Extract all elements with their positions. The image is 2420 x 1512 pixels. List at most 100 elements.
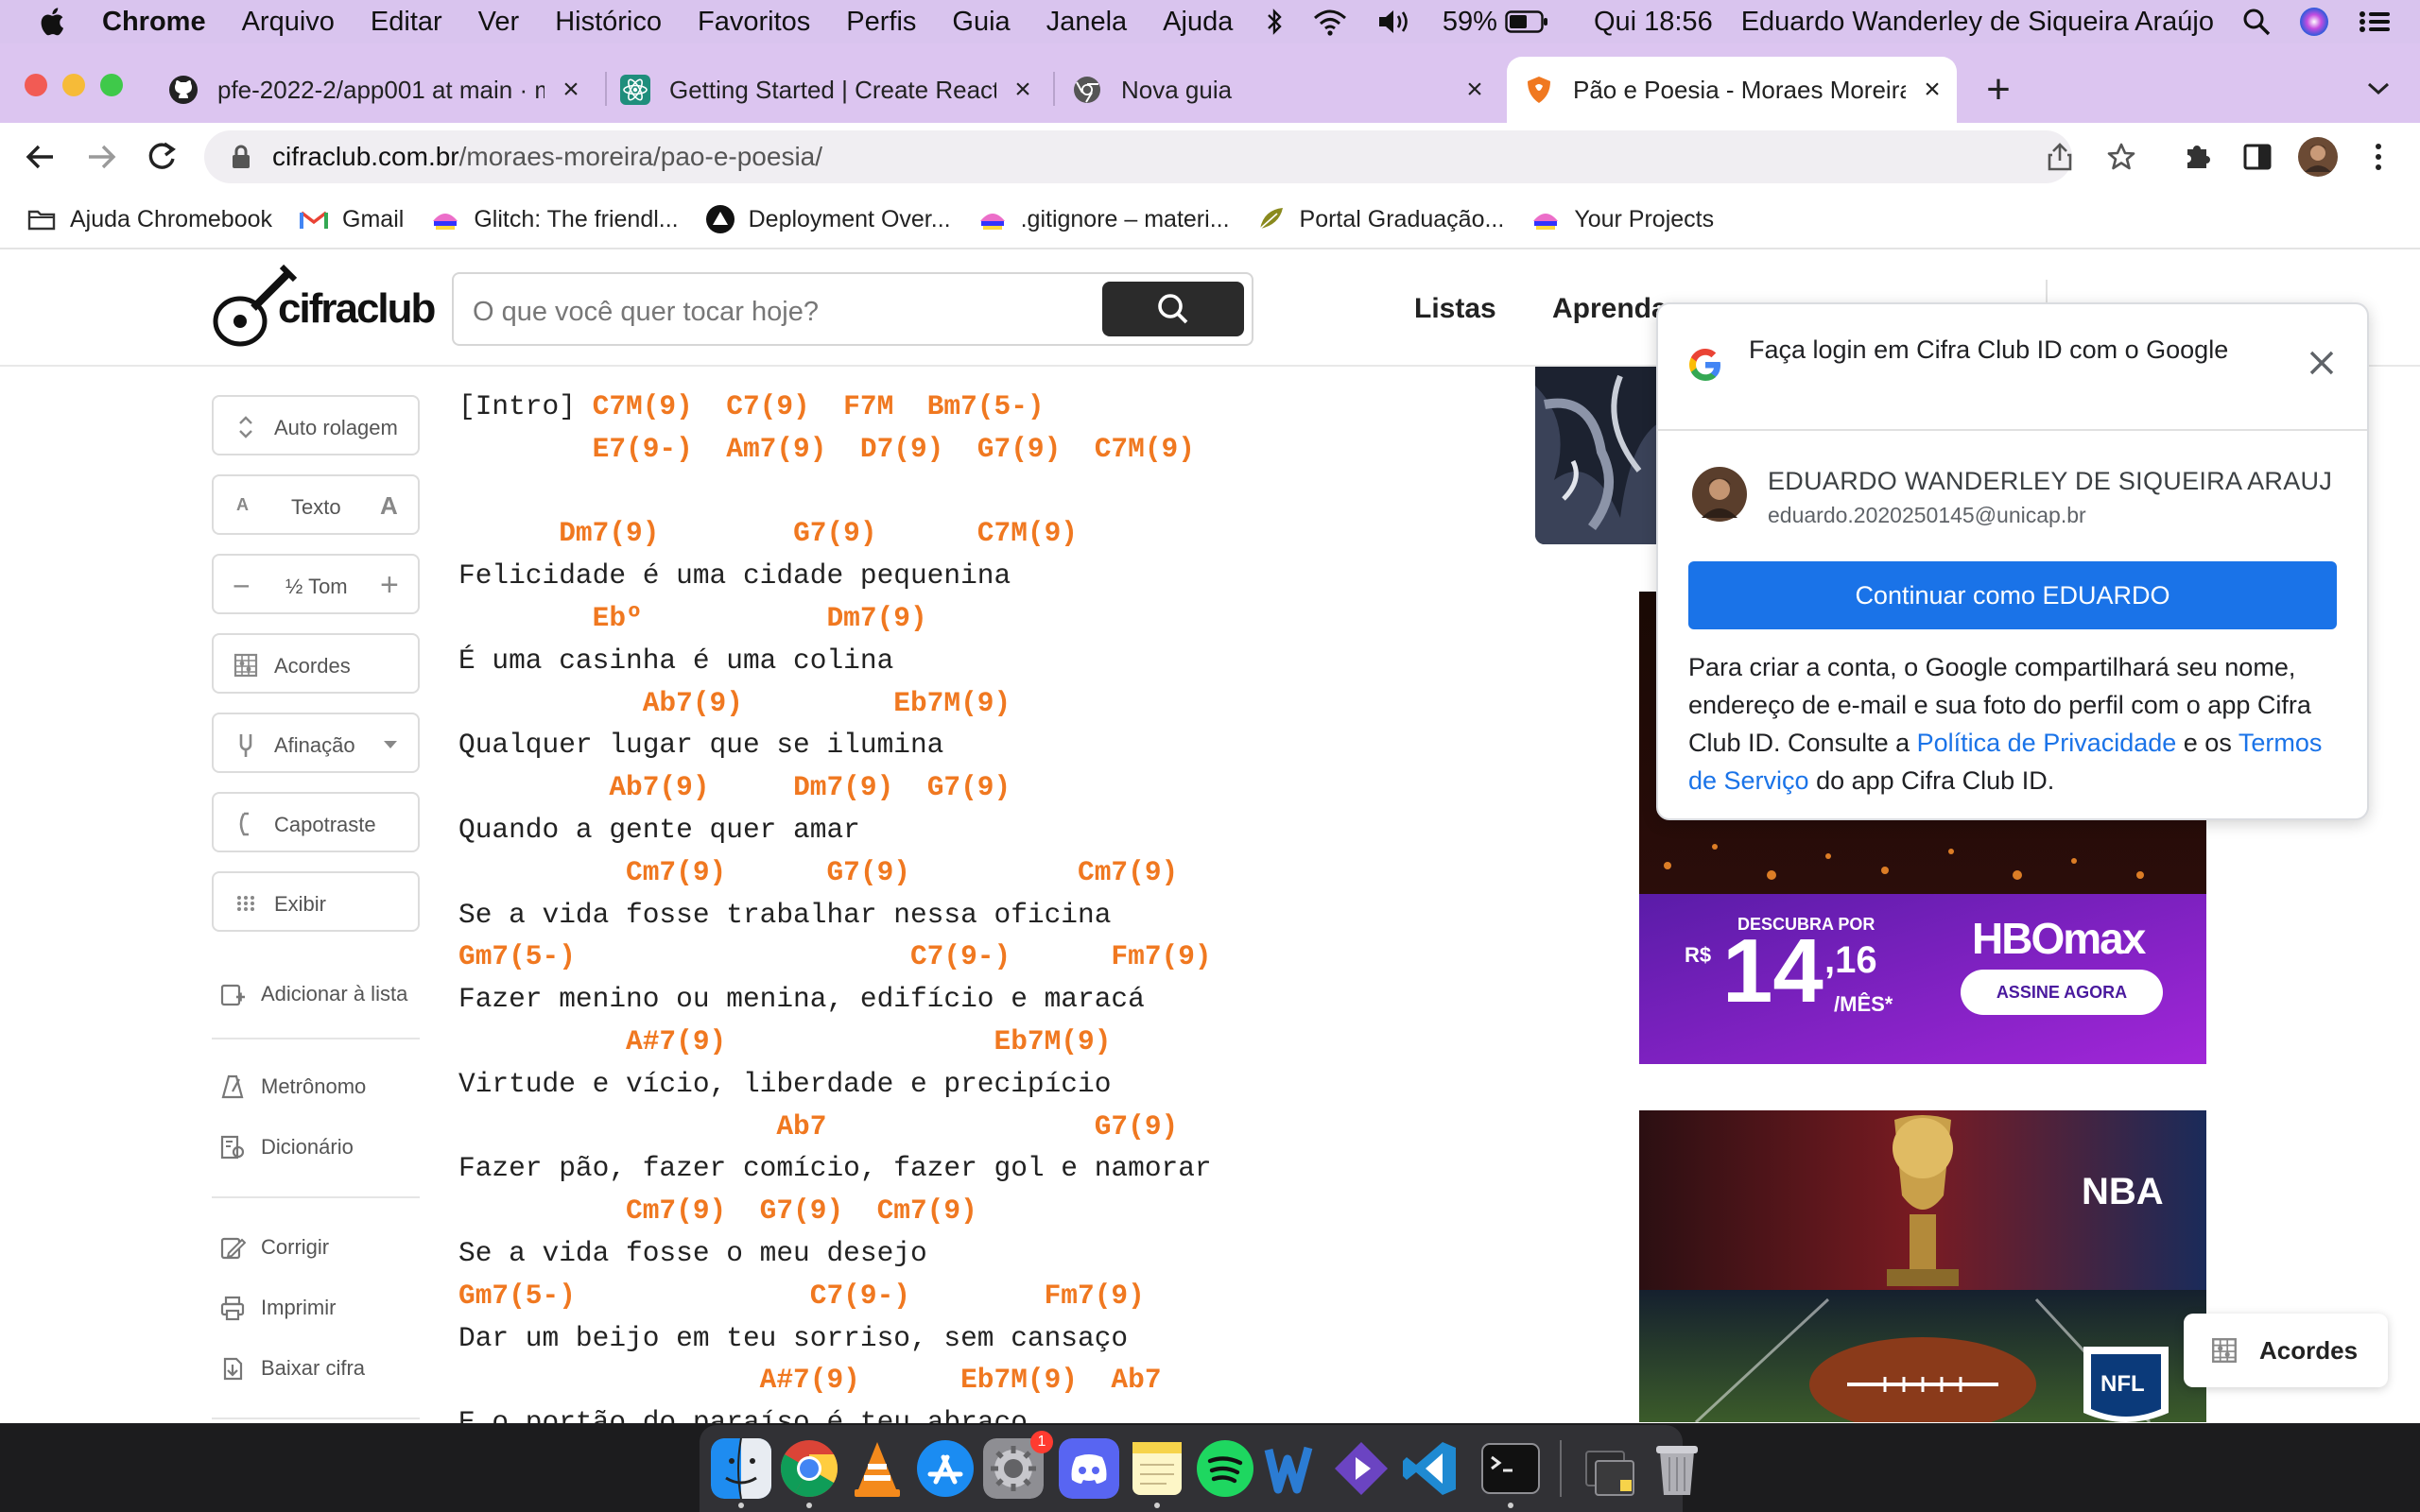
extensions-puzzle-icon[interactable]	[2182, 140, 2214, 172]
window-minimize-button[interactable]	[62, 74, 85, 96]
reload-icon[interactable]	[146, 140, 178, 172]
chord[interactable]: Gm7(5-)	[458, 940, 576, 972]
chord[interactable]: C7M(9)	[1095, 433, 1195, 465]
chord[interactable]: Eb7M(9)	[893, 687, 1011, 719]
tab-close-icon[interactable]: ×	[1919, 76, 1945, 104]
tab-search-chevron-icon[interactable]	[2365, 79, 2392, 98]
chord[interactable]: Dm7(9)	[559, 517, 659, 549]
menu-historico[interactable]: Histórico	[555, 7, 662, 38]
text-increase-icon[interactable]: A	[380, 491, 398, 521]
bookmark-gmail[interactable]: Gmail	[299, 204, 404, 234]
capo-button[interactable]: Capotraste	[212, 792, 420, 852]
chord[interactable]: C7(9)	[726, 390, 810, 422]
tab-create-react[interactable]: Getting Started | Create React ×	[620, 57, 1036, 123]
chord[interactable]: Dm7(9)	[826, 602, 926, 634]
hbo-subscribe-button[interactable]: ASSINE AGORA	[1961, 970, 2163, 1015]
terminal-icon[interactable]	[1480, 1438, 1541, 1499]
continue-as-button[interactable]: Continuar como EDUARDO	[1688, 561, 2337, 629]
chord[interactable]: G7(9)	[826, 856, 910, 888]
chord[interactable]: Ab7	[776, 1110, 826, 1143]
add-to-list-link[interactable]: Adicionar à lista	[219, 981, 407, 1007]
chord[interactable]: C7M(9)	[593, 390, 693, 422]
wifi-icon[interactable]	[1312, 8, 1348, 36]
chord[interactable]: Gm7(5-)	[458, 1280, 576, 1312]
siri-icon[interactable]	[2299, 7, 2329, 37]
bookmark-star-icon[interactable]	[2106, 142, 2136, 172]
downloads-stack-icon[interactable]	[1579, 1438, 1639, 1499]
tab-close-icon[interactable]: ×	[1461, 76, 1488, 104]
search-button[interactable]	[1102, 282, 1244, 336]
auto-scroll-button[interactable]: Auto rolagem	[212, 395, 420, 455]
song-search-box[interactable]: O que você quer tocar hoje?	[452, 272, 1253, 346]
bookmark-ajuda-chromebook[interactable]: Ajuda Chromebook	[26, 204, 272, 234]
vscode-icon[interactable]	[1399, 1438, 1460, 1499]
apple-icon[interactable]	[38, 6, 70, 38]
menu-janela[interactable]: Janela	[1046, 7, 1127, 38]
chord[interactable]: Am7(9)	[726, 433, 826, 465]
metronome-link[interactable]: Metrônomo	[219, 1074, 366, 1100]
half-tone-control[interactable]: − ½ Tom +	[212, 554, 420, 614]
chord[interactable]: Bm7(5-)	[927, 390, 1045, 422]
tab-github[interactable]: pfe-2022-2/app001 at main · m ×	[168, 57, 584, 123]
bookmark-gitignore[interactable]: .gitignore – materi...	[977, 204, 1230, 234]
finder-icon[interactable]	[711, 1438, 771, 1499]
chord[interactable]: G7(9)	[760, 1194, 844, 1227]
chord[interactable]: E7(9-)	[593, 433, 693, 465]
chord[interactable]: Ebº	[593, 602, 643, 634]
profile-avatar[interactable]	[2297, 136, 2339, 178]
chrome-icon[interactable]	[779, 1438, 839, 1499]
address-bar[interactable]: cifraclub.com.br/moraes-moreira/pao-e-po…	[204, 130, 2072, 183]
chord[interactable]: C7(9-)	[810, 1280, 910, 1312]
tab-close-icon[interactable]: ×	[558, 76, 584, 104]
forward-arrow-icon[interactable]	[85, 142, 117, 172]
window-close-button[interactable]	[25, 74, 47, 96]
menu-editar[interactable]: Editar	[371, 7, 442, 38]
print-link[interactable]: Imprimir	[219, 1295, 336, 1321]
nav-listas[interactable]: Listas	[1414, 293, 1496, 325]
tab-nova-guia[interactable]: Nova guia ×	[1072, 57, 1488, 123]
chord[interactable]: Dm7(9)	[793, 771, 893, 803]
visual-studio-icon[interactable]	[1331, 1438, 1392, 1499]
chord[interactable]: A#7(9)	[760, 1364, 860, 1396]
text-decrease-icon[interactable]: A	[236, 495, 249, 515]
chord[interactable]: Eb7M(9)	[960, 1364, 1078, 1396]
video-thumbnail[interactable]	[1535, 367, 1658, 544]
word-icon[interactable]	[1263, 1438, 1323, 1499]
menu-favoritos[interactable]: Favoritos	[698, 7, 810, 38]
chord[interactable]: Ab7(9)	[643, 687, 743, 719]
nav-aprenda[interactable]: Aprenda	[1552, 293, 1668, 325]
vlc-icon[interactable]	[847, 1438, 908, 1499]
menubar-clock[interactable]: Qui 18:56	[1594, 7, 1713, 38]
bookmark-deployment[interactable]: Deployment Over...	[705, 204, 951, 234]
chord[interactable]: G7(9)	[793, 517, 877, 549]
cifraclub-logo[interactable]: cifraclub	[212, 263, 436, 352]
window-zoom-button[interactable]	[100, 74, 123, 96]
chord[interactable]: Cm7(9)	[626, 856, 726, 888]
menu-guia[interactable]: Guia	[952, 7, 1010, 38]
chord[interactable]: D7(9)	[860, 433, 944, 465]
search-placeholder[interactable]: O que você quer tocar hoje?	[473, 297, 819, 328]
volume-icon[interactable]	[1376, 8, 1414, 36]
privacy-policy-link[interactable]: Política de Privacidade	[1917, 729, 2177, 757]
chord[interactable]: Cm7(9)	[877, 1194, 977, 1227]
chord[interactable]: G7(9)	[1095, 1110, 1179, 1143]
minus-icon[interactable]: −	[233, 569, 251, 604]
chrome-menu-icon[interactable]	[2371, 142, 2386, 172]
menu-arquivo[interactable]: Arquivo	[242, 7, 335, 38]
tuning-button[interactable]: Afinação	[212, 713, 420, 773]
chord[interactable]: Eb7M(9)	[994, 1025, 1112, 1057]
battery-icon[interactable]	[1505, 10, 1548, 33]
control-center-icon[interactable]	[2358, 9, 2392, 35]
download-link[interactable]: Baixar cifra	[219, 1355, 365, 1382]
spotify-icon[interactable]	[1195, 1438, 1255, 1499]
tab-pao-e-poesia[interactable]: Pão e Poesia - Moraes Moreira ×	[1507, 57, 1957, 123]
trash-icon[interactable]	[1647, 1438, 1707, 1499]
chord[interactable]: F7M	[843, 390, 893, 422]
bluetooth-icon[interactable]	[1265, 8, 1284, 36]
menu-app-name[interactable]: Chrome	[102, 7, 206, 38]
menu-perfis[interactable]: Perfis	[846, 7, 916, 38]
floating-chords-button[interactable]: Acordes	[2184, 1314, 2388, 1387]
chord[interactable]: C7M(9)	[977, 517, 1078, 549]
menubar-user[interactable]: Eduardo Wanderley de Siqueira Araújo	[1741, 7, 2214, 38]
nba-nfl-ad[interactable]: NBA NFL	[1639, 1110, 2206, 1422]
